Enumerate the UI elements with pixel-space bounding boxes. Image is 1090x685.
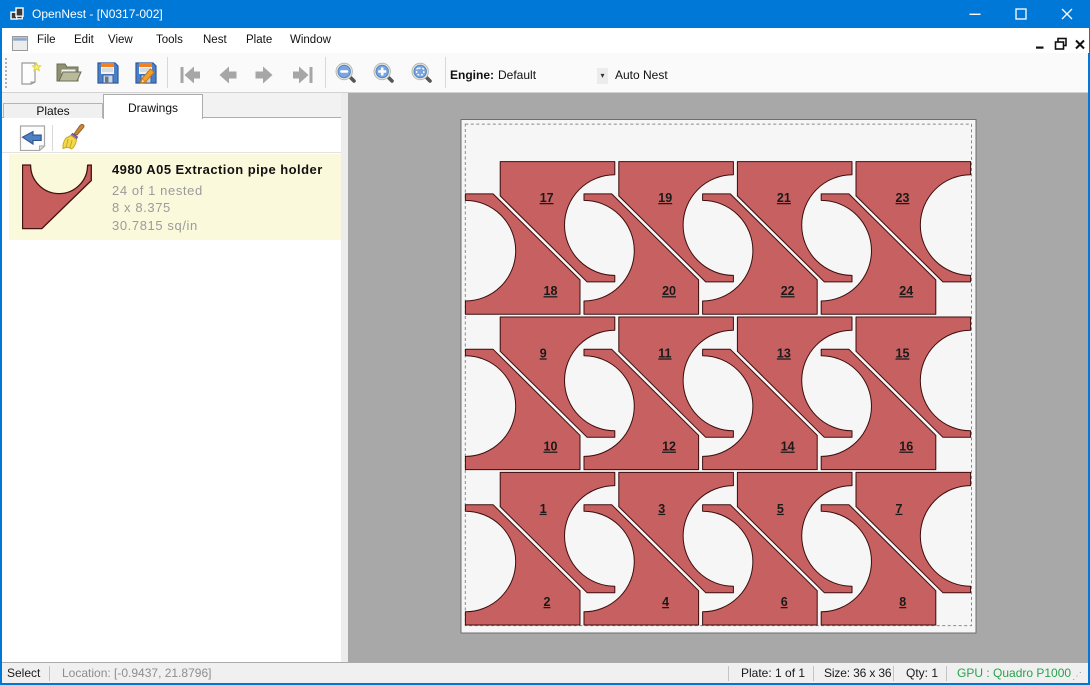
svg-text:18: 18	[544, 284, 558, 298]
svg-text:14: 14	[781, 440, 795, 454]
svg-text:4: 4	[662, 595, 669, 609]
svg-text:11: 11	[658, 346, 671, 360]
svg-text:24: 24	[899, 284, 913, 298]
svg-text:20: 20	[662, 284, 676, 298]
svg-text:1: 1	[540, 502, 547, 516]
svg-text:10: 10	[544, 440, 558, 454]
svg-text:9: 9	[540, 346, 547, 360]
svg-text:16: 16	[899, 440, 913, 454]
svg-text:7: 7	[896, 502, 903, 516]
svg-text:6: 6	[781, 595, 788, 609]
svg-text:2: 2	[544, 595, 551, 609]
svg-text:22: 22	[781, 284, 795, 298]
svg-text:13: 13	[777, 346, 791, 360]
svg-text:3: 3	[658, 502, 665, 516]
svg-text:12: 12	[662, 440, 676, 454]
svg-text:5: 5	[777, 502, 784, 516]
svg-text:21: 21	[777, 191, 791, 205]
svg-text:17: 17	[540, 191, 554, 205]
svg-text:8: 8	[899, 595, 906, 609]
svg-text:15: 15	[896, 346, 910, 360]
svg-text:19: 19	[658, 191, 672, 205]
svg-text:23: 23	[896, 191, 910, 205]
